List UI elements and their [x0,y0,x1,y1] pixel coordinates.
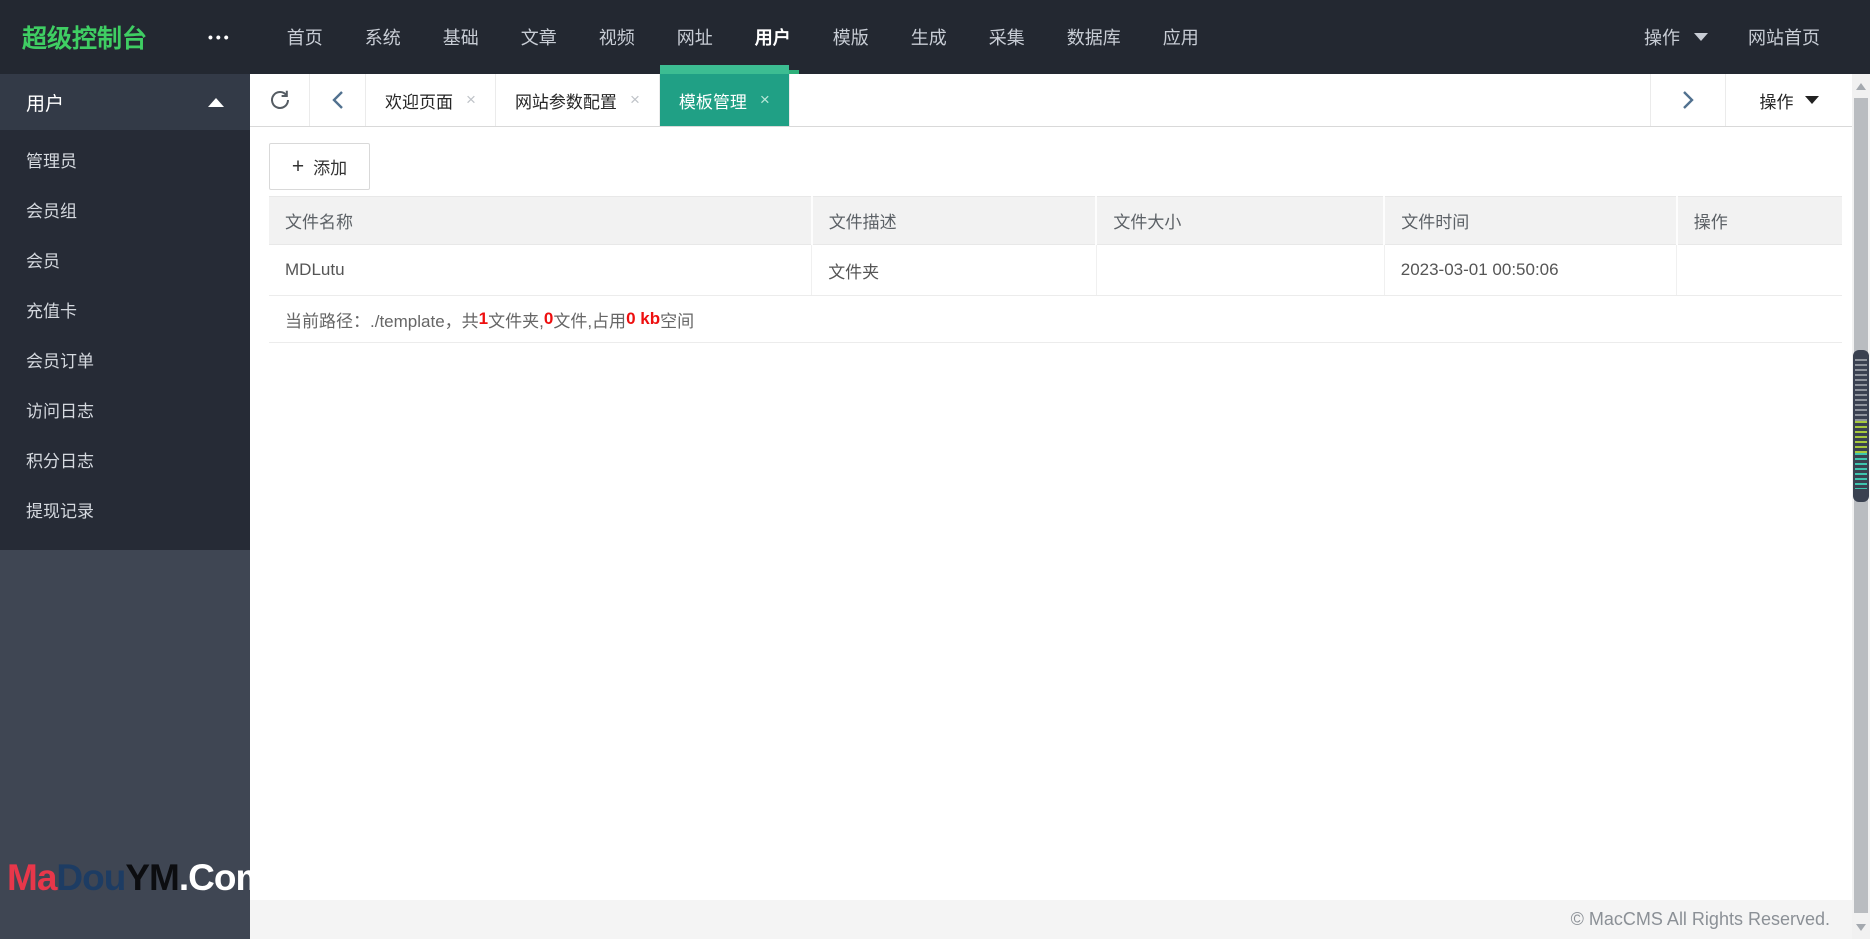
table-row: MDLutu 文件夹 2023-03-01 00:50:06 [269,244,1842,296]
sidebar: 用户 管理员 会员组 会员 充值卡 会员订单 访问日志 积分日志 提现记录 Ma… [0,74,268,939]
add-button[interactable]: + 添加 [269,143,370,190]
tab-label: 欢迎页面 [385,92,453,112]
thumb-stripes-gray [1855,359,1867,421]
nav-item-website[interactable]: 网址 [656,0,734,74]
col-header-file-time: 文件时间 [1384,196,1678,245]
nav-item-basic[interactable]: 基础 [422,0,500,74]
brand-logo-part-1: Ma [7,857,57,898]
path-text: 文件夹, [488,311,544,331]
nav-item-generate[interactable]: 生成 [890,0,968,74]
folder-count: 1 [478,309,489,328]
scrollbar-thumb[interactable] [1853,350,1869,502]
site-brand-logo: MaDouYM.Com [7,857,268,899]
sidebar-item-recharge-cards[interactable]: 充值卡 [0,284,250,334]
scroll-down-button[interactable] [1852,917,1870,937]
col-header-file-size: 文件大小 [1096,196,1386,245]
chevron-up-icon [208,97,224,107]
nav-item-home[interactable]: 首页 [266,0,344,74]
top-nav: 首页 系统 基础 文章 视频 网址 用户 模版 生成 采集 数据库 应用 [266,0,1220,74]
file-table: 文件名称 文件描述 文件大小 文件时间 操作 MDLutu 文件夹 2023-0… [269,196,1842,296]
thumb-stripes-green [1855,421,1867,453]
close-icon[interactable]: × [760,90,770,110]
footer-bar: © MacCMS All Rights Reserved. [250,900,1852,939]
nav-item-template[interactable]: 模版 [812,0,890,74]
path-text: 空间 [660,311,695,331]
close-icon[interactable]: × [466,90,476,110]
path-text: 文件,占用 [553,311,627,331]
topbar-action-dropdown[interactable]: 操作 [1644,24,1708,50]
close-icon[interactable]: × [630,90,640,110]
site-home-link[interactable]: 网站首页 [1748,24,1820,50]
tab-welcome[interactable]: 欢迎页面 × [366,74,496,126]
file-actions-cell [1676,244,1842,296]
nav-item-database[interactable]: 数据库 [1046,0,1142,74]
refresh-icon [270,90,289,109]
tab-label: 模板管理 [678,92,747,112]
tab-template-manage[interactable]: 模板管理 × [659,65,790,126]
main-area: 欢迎页面 × 网站参数配置 × 模板管理 × 操作 + 添加 文件名称 文件描述… [250,65,1852,939]
file-desc-cell: 文件夹 [811,244,1097,296]
nav-item-system[interactable]: 系统 [344,0,422,74]
brand-logo-part-3: YM [125,857,179,898]
col-header-file-desc: 文件描述 [811,196,1098,245]
table-header-row: 文件名称 文件描述 文件大小 文件时间 操作 [269,196,1842,245]
app-logo: 超级控制台 [22,25,148,53]
file-size-cell [1096,244,1385,296]
brand-logo-part-2: Dou [56,857,126,898]
nav-item-article[interactable]: 文章 [500,0,578,74]
copyright-text: © MacCMS All Rights Reserved. [1570,909,1830,929]
nav-item-apps[interactable]: 应用 [1142,0,1220,74]
sidebar-section-title: 用户 [26,93,65,115]
sidebar-item-member-groups[interactable]: 会员组 [0,184,250,234]
sidebar-item-withdraw-records[interactable]: 提现记录 [0,484,250,534]
content-panel: + 添加 文件名称 文件描述 文件大小 文件时间 操作 MDLutu 文件夹 2… [250,127,1852,343]
tab-label: 网站参数配置 [514,92,617,112]
chevron-down-icon [1694,33,1708,41]
space-used: 0 kb [626,309,661,328]
col-header-actions: 操作 [1676,196,1842,245]
file-name-link[interactable]: MDLutu [269,244,813,296]
sidebar-item-member-orders[interactable]: 会员订单 [0,334,250,384]
sidebar-item-admins[interactable]: 管理员 [0,134,250,184]
tab-site-params[interactable]: 网站参数配置 × [496,74,660,126]
add-button-label: 添加 [313,159,348,178]
sidebar-item-points-logs[interactable]: 积分日志 [0,434,250,484]
sidebar-section-header[interactable]: 用户 [0,74,250,130]
chevron-down-icon [1804,96,1819,104]
thumb-stripes-teal [1855,453,1867,489]
nav-item-user[interactable]: 用户 [734,0,812,74]
tabbar-spacer [790,74,1650,126]
file-count: 0 [543,309,554,328]
current-path-bar: 当前路径：./template，共 1 文件夹, 0 文件,占用 0 kb 空间 [269,296,1842,343]
tabs-action-label: 操作 [1759,92,1794,112]
sidebar-menu: 管理员 会员组 会员 充值卡 会员订单 访问日志 积分日志 提现记录 [0,130,250,550]
chevron-left-icon [331,91,343,109]
nav-item-video[interactable]: 视频 [578,0,656,74]
next-tabs-button[interactable] [1650,74,1725,126]
file-time-cell: 2023-03-01 00:50:06 [1384,244,1678,296]
path-text: 当前路径：./template，共 [285,311,479,331]
chevron-right-icon [1683,91,1694,109]
top-bar: 超级控制台 ••• 首页 系统 基础 文章 视频 网址 用户 模版 生成 采集 … [0,0,1870,74]
triangle-up-icon [1856,82,1866,90]
vertical-scrollbar[interactable] [1852,74,1870,939]
nav-item-collect[interactable]: 采集 [968,0,1046,74]
tab-bar: 欢迎页面 × 网站参数配置 × 模板管理 × 操作 [250,65,1852,127]
col-header-file-name: 文件名称 [269,196,813,245]
sidebar-item-visit-logs[interactable]: 访问日志 [0,384,250,434]
sidebar-item-members[interactable]: 会员 [0,234,250,284]
triangle-down-icon [1856,923,1866,931]
more-menu-icon[interactable]: ••• [208,29,232,45]
scroll-up-button[interactable] [1852,76,1870,96]
topbar-action-label: 操作 [1644,28,1680,48]
scrollbar-track[interactable] [1853,98,1869,913]
plus-icon: + [291,155,305,178]
topbar-right: 操作 网站首页 [1644,24,1870,50]
tabs-action-dropdown[interactable]: 操作 [1725,74,1852,126]
prev-tabs-button[interactable] [310,74,366,126]
refresh-tab-button[interactable] [250,74,310,126]
